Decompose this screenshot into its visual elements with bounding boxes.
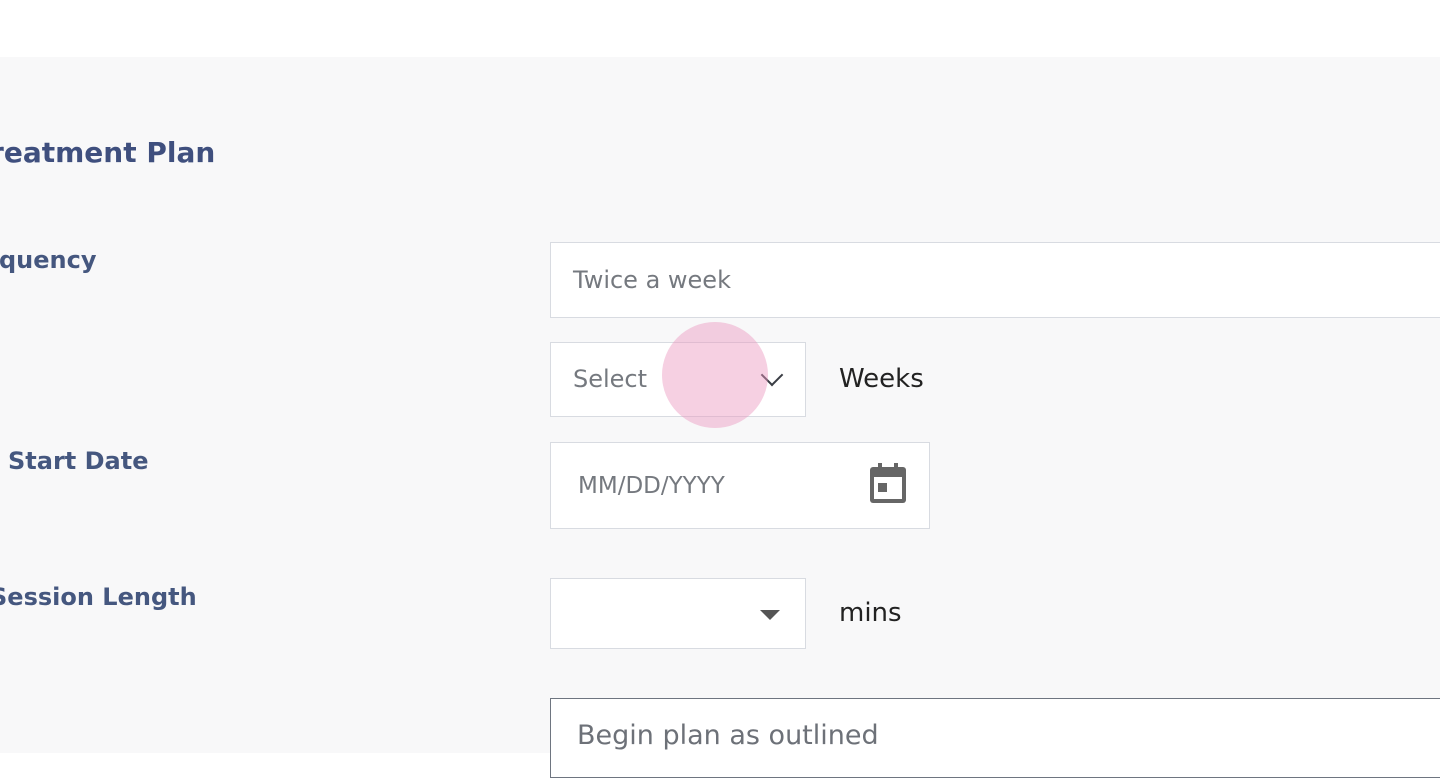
start-date-input[interactable]: MM/DD/YYYY bbox=[550, 442, 930, 529]
duration-select-value: Select bbox=[573, 365, 648, 393]
session-length-unit: mins bbox=[839, 598, 902, 628]
top-bar bbox=[0, 0, 1440, 57]
duration-select[interactable]: Select bbox=[550, 342, 806, 417]
section-title: Treatment Plan bbox=[0, 136, 216, 169]
plan-notes-input[interactable]: Begin plan as outlined bbox=[550, 698, 1440, 778]
frequency-input[interactable]: Twice a week bbox=[550, 242, 1440, 318]
session-length-select[interactable] bbox=[550, 578, 806, 649]
session-length-label: Session Length bbox=[0, 583, 197, 611]
caret-down-icon bbox=[760, 610, 780, 620]
frequency-label: Frequency bbox=[0, 246, 97, 274]
chevron-down-icon bbox=[760, 363, 784, 387]
plan-notes-placeholder: Begin plan as outlined bbox=[577, 720, 879, 751]
duration-unit: Weeks bbox=[839, 364, 924, 394]
frequency-placeholder: Twice a week bbox=[573, 266, 731, 294]
start-date-label: Start Date bbox=[8, 447, 149, 475]
calendar-icon[interactable] bbox=[869, 463, 907, 505]
start-date-placeholder: MM/DD/YYYY bbox=[578, 473, 725, 499]
